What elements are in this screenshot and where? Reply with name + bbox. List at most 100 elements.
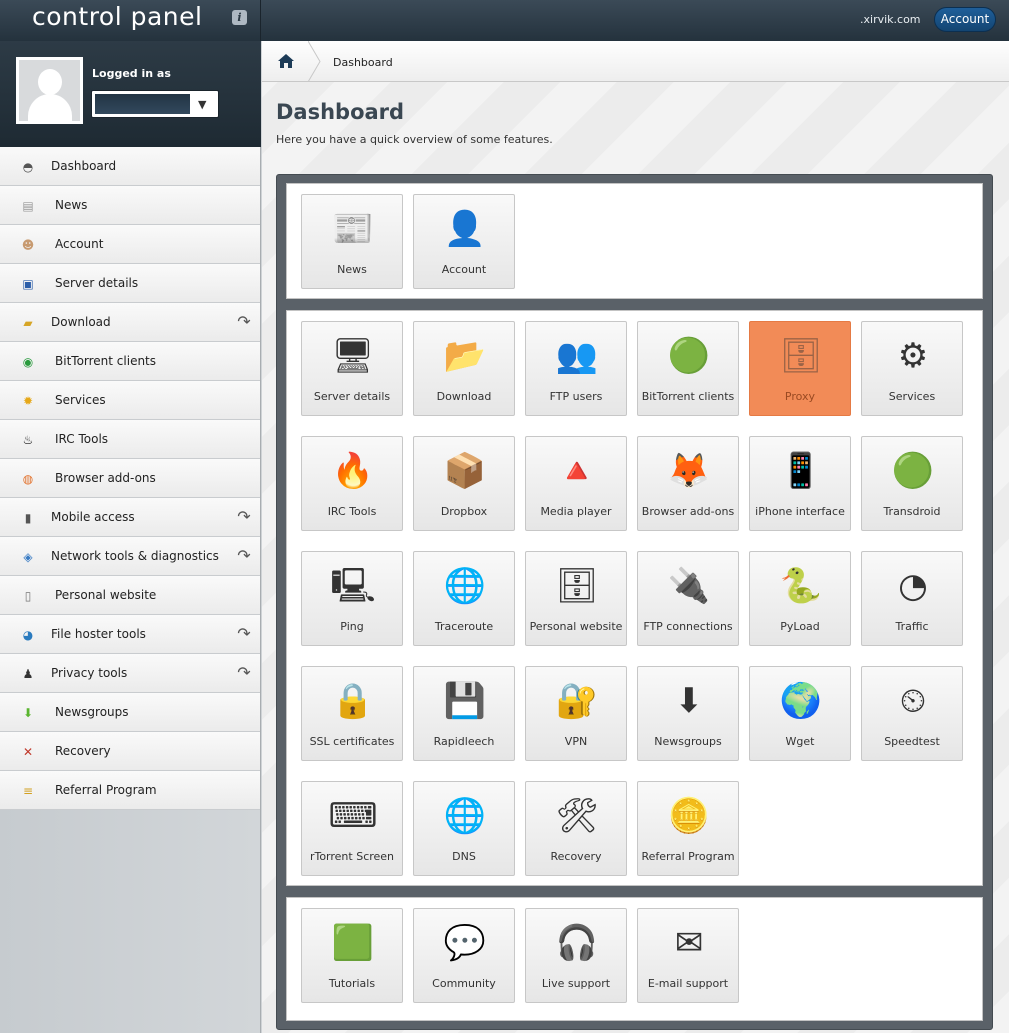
tile-bittorrent-clients[interactable]: 🟢 BitTorrent clients <box>637 321 739 416</box>
sidebar-item[interactable]: ▣ Server details <box>0 264 260 303</box>
tile-newsgroups[interactable]: ⬇ Newsgroups <box>637 666 739 761</box>
tile-dns[interactable]: 🌐 DNS <box>413 781 515 876</box>
tile-speedtest[interactable]: ⏲ Speedtest <box>861 666 963 761</box>
wget-globe-icon: 🌍 <box>779 681 823 721</box>
sidebar-item[interactable]: ◍ Browser add-ons <box>0 459 260 498</box>
sidebar-item[interactable]: ♟ Privacy tools ↷ <box>0 654 260 693</box>
sidebar-item[interactable]: ◉ BitTorrent clients <box>0 342 260 381</box>
tile-news[interactable]: 📰 News <box>301 194 403 289</box>
tile-traceroute[interactable]: 🌐 Traceroute <box>413 551 515 646</box>
tile-server-details[interactable]: 🖥 Server details <box>301 321 403 416</box>
tile-vpn[interactable]: 🔐 VPN <box>525 666 627 761</box>
sidebar-item[interactable]: ⬇ Newsgroups <box>0 693 260 732</box>
user-dropdown[interactable]: ▼ <box>91 90 219 118</box>
user-icon: ☻ <box>21 238 35 252</box>
tile-dropbox[interactable]: 📦 Dropbox <box>413 436 515 531</box>
tile-community[interactable]: 💬 Community <box>413 908 515 1003</box>
account-button[interactable]: Account <box>934 7 996 32</box>
tile-label: Media player <box>540 505 612 518</box>
tile-rapidleech[interactable]: 💾 Rapidleech <box>413 666 515 761</box>
sidebar-item[interactable]: ✕ Recovery <box>0 732 260 771</box>
submenu-arrow-icon[interactable]: ↷ <box>234 312 254 332</box>
submenu-arrow-icon[interactable]: ↷ <box>234 624 254 644</box>
sidebar-item-label: Download <box>51 315 111 329</box>
tile-ping[interactable]: 🖳 Ping <box>301 551 403 646</box>
tile-label: Server details <box>313 390 391 403</box>
tile-ftp-connections[interactable]: 🔌 FTP connections <box>637 551 739 646</box>
tile-e-mail-support[interactable]: ✉ E-mail support <box>637 908 739 1003</box>
sidebar-item-label: Server details <box>55 276 139 290</box>
tile-ssl-certificates[interactable]: 🔒 SSL certificates <box>301 666 403 761</box>
tile-rtorrent-screen[interactable]: ⌨ rTorrent Screen <box>301 781 403 876</box>
submenu-arrow-icon[interactable]: ↷ <box>234 546 254 566</box>
tile-wget[interactable]: 🌍 Wget <box>749 666 851 761</box>
tile-personal-website[interactable]: 🗄 Personal website <box>525 551 627 646</box>
panel-support: 🟩 Tutorials 💬 Community 🎧 Live support ✉ E-mail… <box>286 897 983 1021</box>
tile-irc-tools[interactable]: 🔥 IRC Tools <box>301 436 403 531</box>
tile-media-player[interactable]: 🔺 Media player <box>525 436 627 531</box>
breadcrumb-current[interactable]: Dashboard <box>333 56 393 69</box>
sidebar-item-label: Privacy tools <box>51 666 128 680</box>
home-icon[interactable] <box>277 53 295 69</box>
logo[interactable]: control panel <box>32 2 202 31</box>
tile-label: News <box>337 263 367 276</box>
sidebar-item[interactable]: ▮ Mobile access ↷ <box>0 498 260 537</box>
terminal-icon: ⌨ <box>328 796 378 836</box>
tile-referral-program[interactable]: 🪙 Referral Program <box>637 781 739 876</box>
tile-label: Traffic <box>895 620 929 633</box>
tile-pyload[interactable]: 🐍 PyLoad <box>749 551 851 646</box>
dns-globe-icon: 🌐 <box>443 796 487 836</box>
chevron-down-icon[interactable]: ▼ <box>198 98 206 111</box>
tile-tutorials[interactable]: 🟩 Tutorials <box>301 908 403 1003</box>
tile-label: IRC Tools <box>327 505 377 518</box>
network-computer-icon: 🖳 <box>330 566 376 606</box>
panel-features: 🖥 Server details 📂 Download 👥 FTP users 🟢 BitTo… <box>286 310 983 886</box>
tile-traffic[interactable]: ◔ Traffic <box>861 551 963 646</box>
submenu-arrow-icon[interactable]: ↷ <box>234 507 254 527</box>
tile-live-support[interactable]: 🎧 Live support <box>525 908 627 1003</box>
sidebar-item[interactable]: ▯ Personal website <box>0 576 260 615</box>
sidebar-item[interactable]: ▤ News <box>0 186 260 225</box>
tile-label: DNS <box>452 850 476 863</box>
tile-proxy[interactable]: 🗄 Proxy <box>749 321 851 416</box>
sidebar-item[interactable]: ≡ Referral Program <box>0 771 260 810</box>
tile-label: Tutorials <box>328 977 376 990</box>
sidebar-item[interactable]: ☻ Account <box>0 225 260 264</box>
tile-label: Traceroute <box>434 620 494 633</box>
submenu-arrow-icon[interactable]: ↷ <box>234 663 254 683</box>
sidebar-item[interactable]: ◓ Dashboard <box>0 147 260 186</box>
sidebar-item-label: Recovery <box>55 744 111 758</box>
server-icon: ▯ <box>24 589 32 603</box>
tile-download[interactable]: 📂 Download <box>413 321 515 416</box>
tile-label: Referral Program <box>641 850 735 863</box>
coins-icon: 🪙 <box>667 796 711 836</box>
top-bar: control panel i .xirvik.com Account <box>0 0 1009 41</box>
sidebar-item[interactable]: ◈ Network tools & diagnostics ↷ <box>0 537 260 576</box>
tile-ftp-users[interactable]: 👥 FTP users <box>525 321 627 416</box>
iphone-icon: 📱 <box>779 451 823 491</box>
sidebar-item[interactable]: ✹ Services <box>0 381 260 420</box>
sidebar-item-label: BitTorrent clients <box>55 354 157 368</box>
tile-iphone-interface[interactable]: 📱 iPhone interface <box>749 436 851 531</box>
sidebar-item[interactable]: ▰ Download ↷ <box>0 303 260 342</box>
tile-recovery[interactable]: 🛠 Recovery <box>525 781 627 876</box>
bittorrent-icon: 🟢 <box>667 336 711 376</box>
tile-account[interactable]: 👤 Account <box>413 194 515 289</box>
users-icon: 👥 <box>555 336 599 376</box>
avatar-head <box>38 69 62 95</box>
sidebar: Logged in as ▼ ◓ Dashboard ▤ News ☻ Account ▣ S… <box>0 41 261 1033</box>
sidebar-item[interactable]: ♨ IRC Tools <box>0 420 260 459</box>
transdroid-icon: 🟢 <box>891 451 935 491</box>
tile-browser-add-ons[interactable]: 🦊 Browser add-ons <box>637 436 739 531</box>
coins-icon: ≡ <box>22 784 34 798</box>
network-icon: ◈ <box>23 550 33 564</box>
panel-personal: 📰 News 👤 Account <box>286 183 983 299</box>
phone-icon: ▮ <box>24 511 32 525</box>
info-icon[interactable]: i <box>232 10 247 25</box>
chat-bubble-icon: 💬 <box>443 923 487 963</box>
sidebar-item[interactable]: ◕ File hoster tools ↷ <box>0 615 260 654</box>
pie-chart-icon: ◔ <box>898 566 928 606</box>
tile-services[interactable]: ⚙ Services <box>861 321 963 416</box>
tile-label: rTorrent Screen <box>309 850 395 863</box>
tile-transdroid[interactable]: 🟢 Transdroid <box>861 436 963 531</box>
